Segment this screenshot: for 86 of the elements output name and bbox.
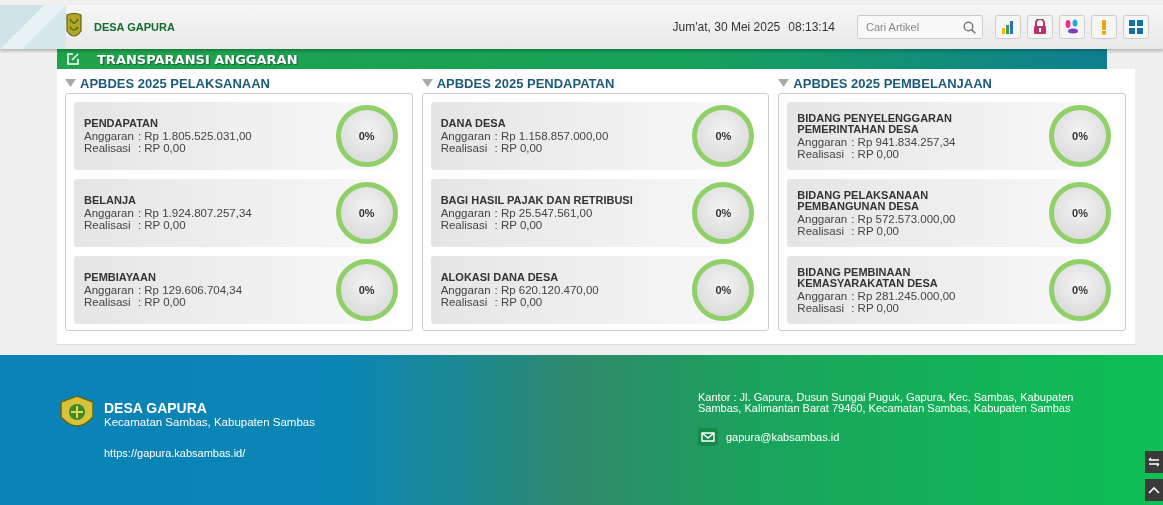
row-value: : RP 0,00 [137, 142, 187, 154]
card-title: BAGI HASIL PAJAK DAN RETRIBUSI [440, 195, 633, 206]
swap-button[interactable] [1145, 451, 1163, 473]
section-title[interactable]: APBDES 2025 PENDAPATAN [436, 75, 615, 91]
card-title: PEMBIAYAAN [84, 272, 157, 283]
percent-ring: 0% [335, 182, 398, 244]
toolbar-button[interactable] [1123, 15, 1149, 39]
row-value: : Rp 1.924.807.257,34 [137, 207, 252, 219]
toolbar-button[interactable] [1059, 15, 1085, 39]
percent-ring: 0% [692, 259, 755, 321]
website-link[interactable]: https://gapura.kabsambas.id/ [104, 447, 246, 459]
toolbar-button[interactable] [995, 15, 1021, 39]
row-value: : RP 0,00 [851, 147, 899, 160]
percent-ring: 0% [1049, 105, 1111, 167]
petals-icon [1064, 19, 1080, 35]
row-label: Realisasi [84, 142, 132, 154]
footer-name: DESA GAPURA [104, 400, 208, 416]
row-value: : Rp 1.158.857.000,00 [494, 130, 609, 142]
row-label: Anggaran [797, 212, 848, 225]
site-name[interactable]: DESA GAPURA [94, 21, 175, 33]
swap-icon [1148, 457, 1160, 467]
triangle-icon [65, 79, 76, 87]
row-label: Anggaran [797, 289, 848, 302]
row-value: : RP 0,00 [137, 219, 187, 231]
row-value: : RP 0,00 [494, 142, 544, 154]
header-decoration [0, 5, 66, 49]
edit-icon [67, 53, 79, 65]
row-value: : Rp 281.245.000,00 [851, 289, 956, 302]
triangle-icon [778, 79, 790, 87]
date-text: Jum'at, 30 Mei 2025 [672, 20, 781, 34]
percent-ring: 0% [1049, 259, 1111, 321]
row-value: : RP 0,00 [494, 219, 544, 231]
row-value: : RP 0,00 [137, 296, 187, 308]
office-address: Kantor : Jl. Gapura, Dusun Sungai Puguk, Gapura, Kec. Sambas, Kabupaten Sambas, Kalimantan Barat 79460, Kecamatan Sambas, Kabupaten Sambas [698, 392, 1075, 414]
row-label: Anggaran [440, 130, 491, 142]
card-title: PENDAPATAN [84, 118, 159, 129]
section-title[interactable]: APBDES 2025 PELAKSANAAN [80, 75, 270, 91]
card-title: BIDANG PENYELENGGARAN PEMERINTAHAN DESA [797, 112, 953, 135]
row-value: : Rp 129.606.704,34 [137, 284, 243, 296]
grid-icon [1129, 20, 1143, 34]
row-value: : RP 0,00 [494, 296, 544, 308]
scroll-top-button[interactable] [1145, 479, 1163, 501]
row-label: Anggaran [84, 207, 134, 219]
row-value: : Rp 1.805.525.031,00 [137, 130, 252, 142]
row-label: Realisasi [797, 301, 844, 314]
row-label: Anggaran [440, 207, 491, 219]
card-title: BIDANG PELAKSANAAN PEMBANGUNAN DESA [797, 189, 930, 212]
card-title: ALOKASI DANA DESA [440, 272, 560, 283]
card-title: BIDANG PEMBINAAN KEMASYARAKATAN DESA [797, 266, 939, 289]
row-label: Realisasi [84, 219, 132, 231]
toolbar-button[interactable] [1027, 15, 1053, 39]
search-icon [963, 21, 976, 34]
bar-chart-icon [1000, 19, 1016, 35]
banner-title: TRANSPARANSI ANGGARAN [97, 51, 298, 67]
row-value: : RP 0,00 [851, 224, 899, 237]
footer-subtitle: Kecamatan Sambas, Kabupaten Sambas [104, 416, 315, 428]
percent-ring: 0% [335, 259, 398, 321]
row-value: : Rp 620.120.470,00 [494, 284, 599, 296]
row-value: : Rp 941.834.257,34 [851, 135, 956, 148]
row-value: : Rp 25.547.561,00 [494, 207, 593, 219]
row-label: Realisasi [440, 142, 489, 154]
row-label: Anggaran [440, 284, 491, 296]
lock-icon [1033, 19, 1047, 35]
mail-icon [698, 428, 718, 446]
row-label: Anggaran [797, 135, 848, 148]
percent-ring: 0% [692, 182, 755, 244]
card-title: DANA DESA [440, 118, 507, 129]
section-title[interactable]: APBDES 2025 PEMBELANJAAN [793, 75, 992, 91]
row-label: Anggaran [84, 284, 134, 296]
exclamation-icon [1101, 19, 1107, 35]
time-text: 08:13:14 [788, 20, 835, 34]
row-label: Realisasi [440, 219, 489, 231]
row-label: Realisasi [797, 224, 844, 237]
triangle-icon [421, 79, 433, 87]
chevron-up-icon [1148, 486, 1160, 494]
percent-ring: 0% [1049, 182, 1111, 244]
percent-ring: 0% [335, 105, 398, 167]
row-value: : RP 0,00 [851, 301, 899, 314]
row-label: Realisasi [797, 147, 844, 160]
row-label: Realisasi [84, 296, 132, 308]
row-label: Realisasi [440, 296, 489, 308]
search-field[interactable]: Cari Artikel [857, 15, 983, 39]
percent-ring: 0% [692, 105, 755, 167]
card-title: BELANJA [84, 195, 137, 206]
row-value: : Rp 572.573.000,00 [851, 212, 956, 225]
row-label: Anggaran [84, 130, 134, 142]
